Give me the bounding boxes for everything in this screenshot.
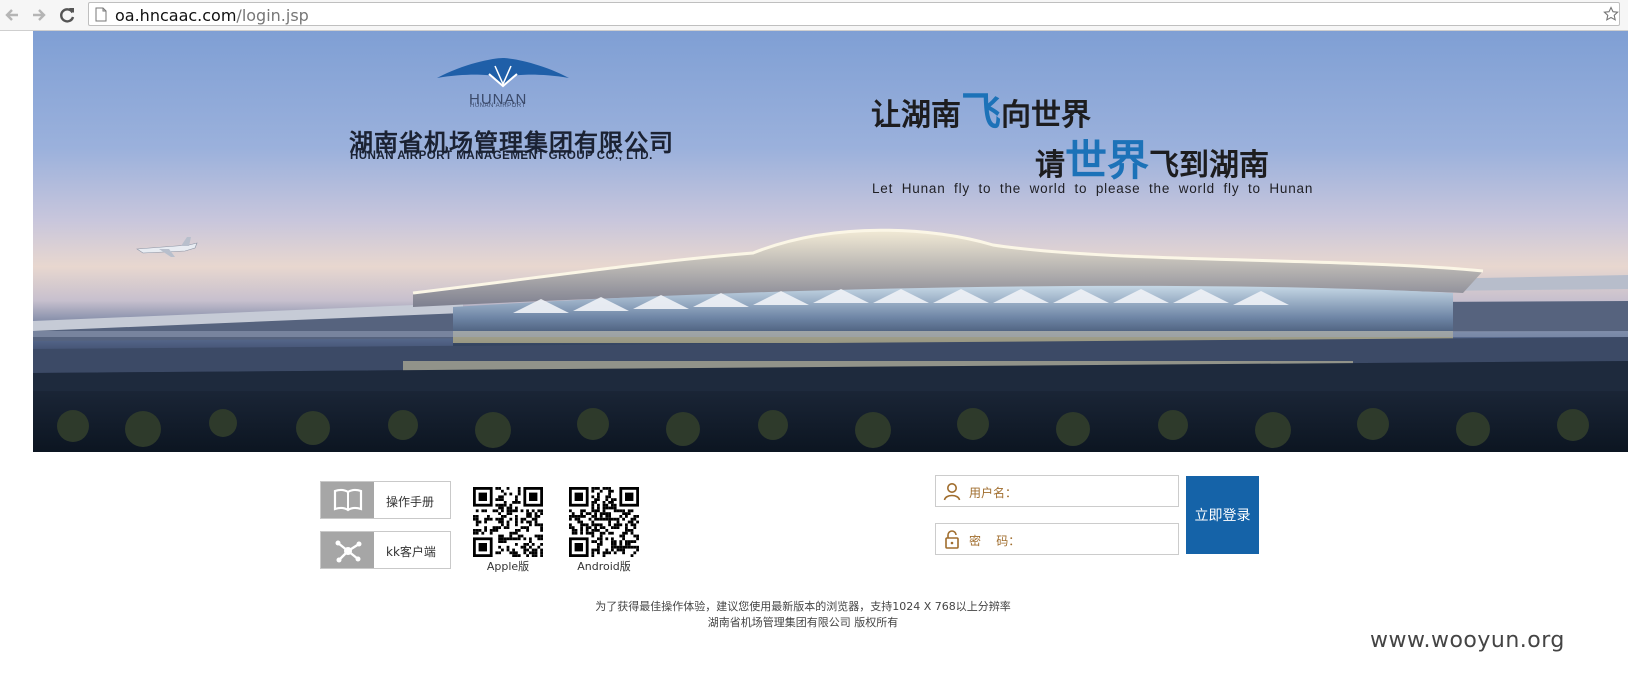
address-bar[interactable]: oa.hncaac.com/login.jsp bbox=[88, 2, 1620, 26]
back-icon[interactable] bbox=[2, 4, 24, 26]
slogan1-pre: 让湖南 bbox=[871, 98, 961, 133]
airplane-icon bbox=[136, 237, 198, 257]
airport-terminal-image bbox=[33, 228, 1628, 452]
password-field[interactable]: 密 码： bbox=[935, 523, 1179, 555]
browser-toolbar: oa.hncaac.com/login.jsp bbox=[0, 0, 1628, 31]
url-text: oa.hncaac.com/login.jsp bbox=[115, 6, 309, 25]
login-button[interactable]: 立即登录 bbox=[1186, 476, 1259, 554]
url-host: oa.hncaac.com bbox=[115, 6, 237, 25]
watermark-text: www.wooyun.org bbox=[1370, 628, 1565, 653]
slogan-line-2: 请世界飞到湖南 bbox=[1035, 127, 1269, 188]
reload-icon[interactable] bbox=[56, 4, 78, 26]
page-icon bbox=[95, 7, 107, 22]
slogan-english: Let Hunan fly to the world to please the… bbox=[872, 181, 1314, 196]
url-path: /login.jsp bbox=[236, 6, 309, 25]
book-icon bbox=[321, 482, 374, 518]
forward-icon[interactable] bbox=[28, 4, 50, 26]
slogan1-highlight: 飞 bbox=[961, 89, 1001, 135]
kk-client-label: kk客户端 bbox=[386, 545, 436, 559]
slogan2-post: 飞到湖南 bbox=[1149, 148, 1270, 183]
lock-icon bbox=[945, 530, 959, 549]
footer-browser-note: 为了获得最佳操作体验，建议您使用最新版本的浏览器，支持1024 X 768以上分… bbox=[595, 600, 1011, 613]
manual-button[interactable]: 操作手册 bbox=[320, 481, 451, 519]
slogan2-pre: 请 bbox=[1035, 148, 1065, 183]
password-label: 密 码： bbox=[969, 534, 1021, 548]
footer-copyright: 湖南省机场管理集团有限公司 版权所有 bbox=[707, 616, 899, 629]
kk-client-button[interactable]: kk客户端 bbox=[320, 531, 451, 569]
company-name-en: HUNAN AIRPORT MANAGEMENT GROUP CO., LTD. bbox=[350, 150, 653, 162]
manual-label: 操作手册 bbox=[386, 495, 435, 509]
apple-download-label[interactable]: Apple版 bbox=[463, 558, 553, 574]
bookmark-star-icon[interactable] bbox=[1603, 6, 1619, 22]
apple-qr-code-icon bbox=[473, 487, 543, 557]
logo-subtext: HUNAN AIRPORT bbox=[470, 103, 526, 109]
username-field[interactable]: 用户名： bbox=[935, 475, 1179, 507]
username-label: 用户名： bbox=[969, 486, 1018, 500]
android-download-label[interactable]: Android版 bbox=[559, 558, 649, 574]
android-qr-code-icon bbox=[569, 487, 639, 557]
kk-client-icon bbox=[321, 532, 374, 568]
hero-banner: HUNAN HUNAN AIRPORT 湖南省机场管理集团有限公司 HUNAN … bbox=[33, 31, 1628, 452]
slogan2-highlight: 世界 bbox=[1065, 136, 1150, 185]
user-icon bbox=[943, 483, 961, 501]
